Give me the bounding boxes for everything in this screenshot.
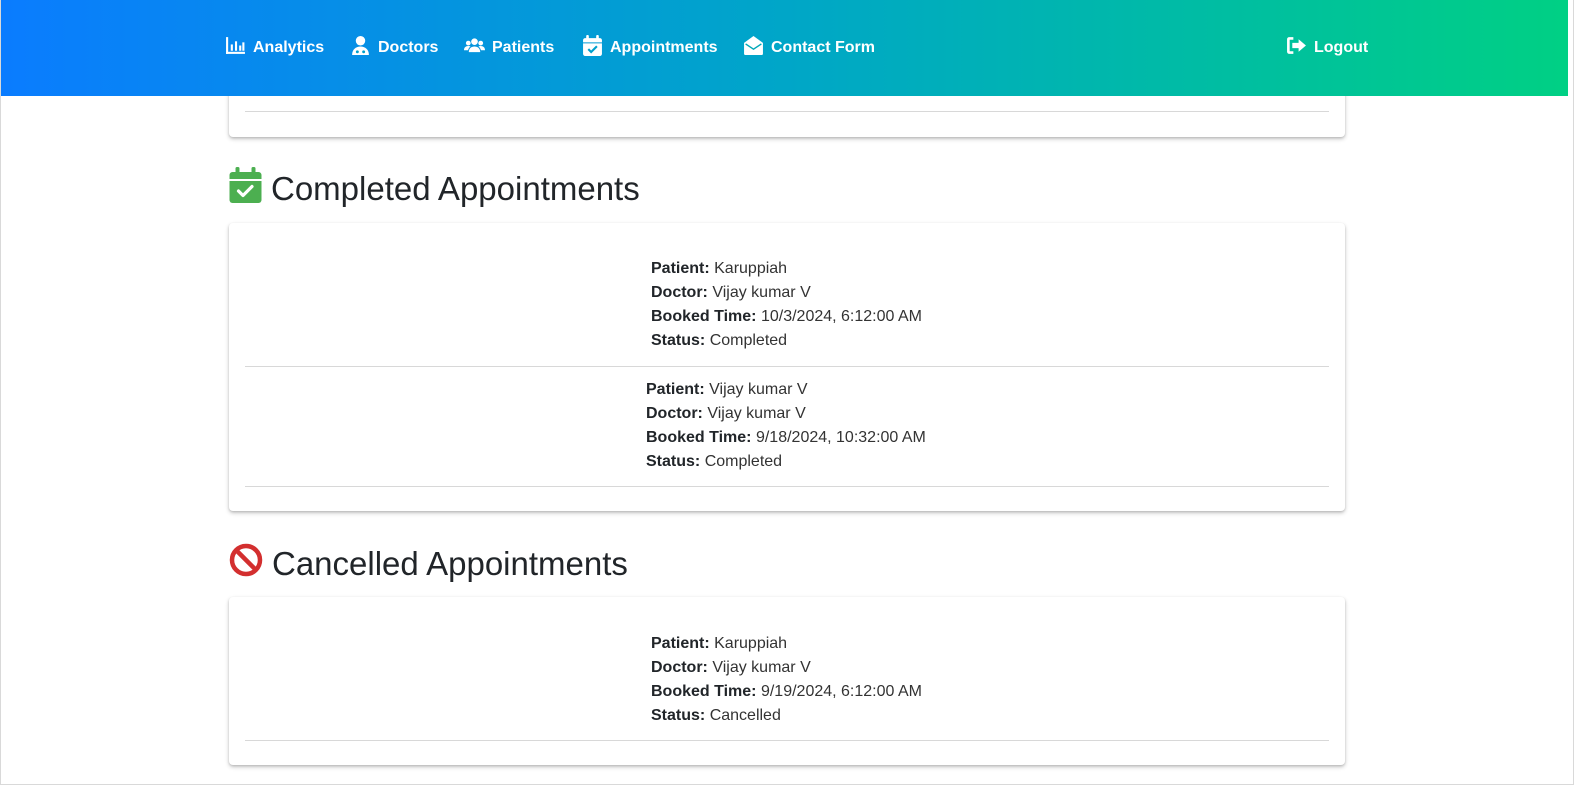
nav-analytics[interactable]: Analytics	[225, 35, 324, 61]
nav-doctors[interactable]: Doctors	[350, 35, 438, 61]
cancelled-section-heading: Cancelled Appointments	[272, 545, 628, 582]
completed-section-title: Completed Appointments	[229, 167, 640, 211]
appointment-item: Patient: Karuppiah Doctor: Vijay kumar V…	[651, 257, 922, 353]
divider	[245, 111, 1329, 112]
doctor-label: Doctor:	[651, 284, 708, 301]
booked-time-value: 9/18/2024, 10:32:00 AM	[755, 429, 926, 446]
envelope-open-icon	[743, 35, 764, 61]
nav-logout[interactable]: Logout	[1286, 35, 1368, 61]
calendar-check-icon	[582, 35, 603, 61]
status-value: Cancelled	[709, 707, 781, 724]
booked-time-label: Booked Time:	[651, 683, 757, 700]
users-icon	[464, 35, 485, 61]
nav-patients[interactable]: Patients	[464, 35, 554, 61]
divider	[245, 366, 1329, 367]
nav-logout-label: Logout	[1314, 39, 1369, 56]
booked-time-label: Booked Time:	[646, 429, 752, 446]
status-label: Status:	[646, 453, 701, 470]
booked-time-label: Booked Time:	[651, 308, 757, 325]
calendar-check-icon	[229, 167, 262, 211]
completed-appointments-card: Patient: Karuppiah Doctor: Vijay kumar V…	[229, 223, 1345, 511]
divider	[245, 486, 1329, 487]
ban-icon	[229, 543, 263, 585]
nav-contact-form[interactable]: Contact Form	[743, 35, 875, 61]
top-navbar: Analytics Doctors Patients Appointments …	[1, 0, 1568, 96]
cancelled-appointments-card: Patient: Karuppiah Doctor: Vijay kumar V…	[229, 597, 1345, 765]
appointment-item: Patient: Karuppiah Doctor: Vijay kumar V…	[651, 632, 922, 728]
patient-value: Karuppiah	[714, 260, 788, 277]
nav-patients-label: Patients	[492, 39, 555, 56]
patient-label: Patient:	[646, 381, 705, 398]
doctor-label: Doctor:	[646, 405, 703, 422]
completed-section-heading: Completed Appointments	[271, 170, 640, 207]
divider	[245, 740, 1329, 741]
patient-value: Vijay kumar V	[709, 381, 808, 398]
nav-doctors-label: Doctors	[378, 39, 439, 56]
cancelled-section-title: Cancelled Appointments	[229, 543, 628, 585]
nav-contact-form-label: Contact Form	[771, 39, 875, 56]
sign-out-icon	[1286, 35, 1307, 61]
nav-appointments-label: Appointments	[610, 39, 718, 56]
chart-bar-icon	[225, 35, 246, 61]
nav-appointments[interactable]: Appointments	[582, 35, 718, 61]
doctor-value: Vijay kumar V	[712, 659, 811, 676]
appointment-item: Patient: Vijay kumar V Doctor: Vijay kum…	[646, 378, 926, 474]
patient-label: Patient:	[651, 635, 710, 652]
patient-value: Karuppiah	[714, 635, 788, 652]
status-label: Status:	[651, 707, 706, 724]
doctor-value: Vijay kumar V	[712, 284, 811, 301]
doctor-value: Vijay kumar V	[707, 405, 806, 422]
status-label: Status:	[651, 332, 706, 349]
nav-analytics-label: Analytics	[253, 39, 325, 56]
status-value: Completed	[709, 332, 788, 349]
user-doctor-icon	[350, 35, 371, 61]
booked-time-value: 9/19/2024, 6:12:00 AM	[760, 683, 922, 700]
doctor-label: Doctor:	[651, 659, 708, 676]
booked-time-value: 10/3/2024, 6:12:00 AM	[760, 308, 922, 325]
status-value: Completed	[704, 453, 783, 470]
patient-label: Patient:	[651, 260, 710, 277]
